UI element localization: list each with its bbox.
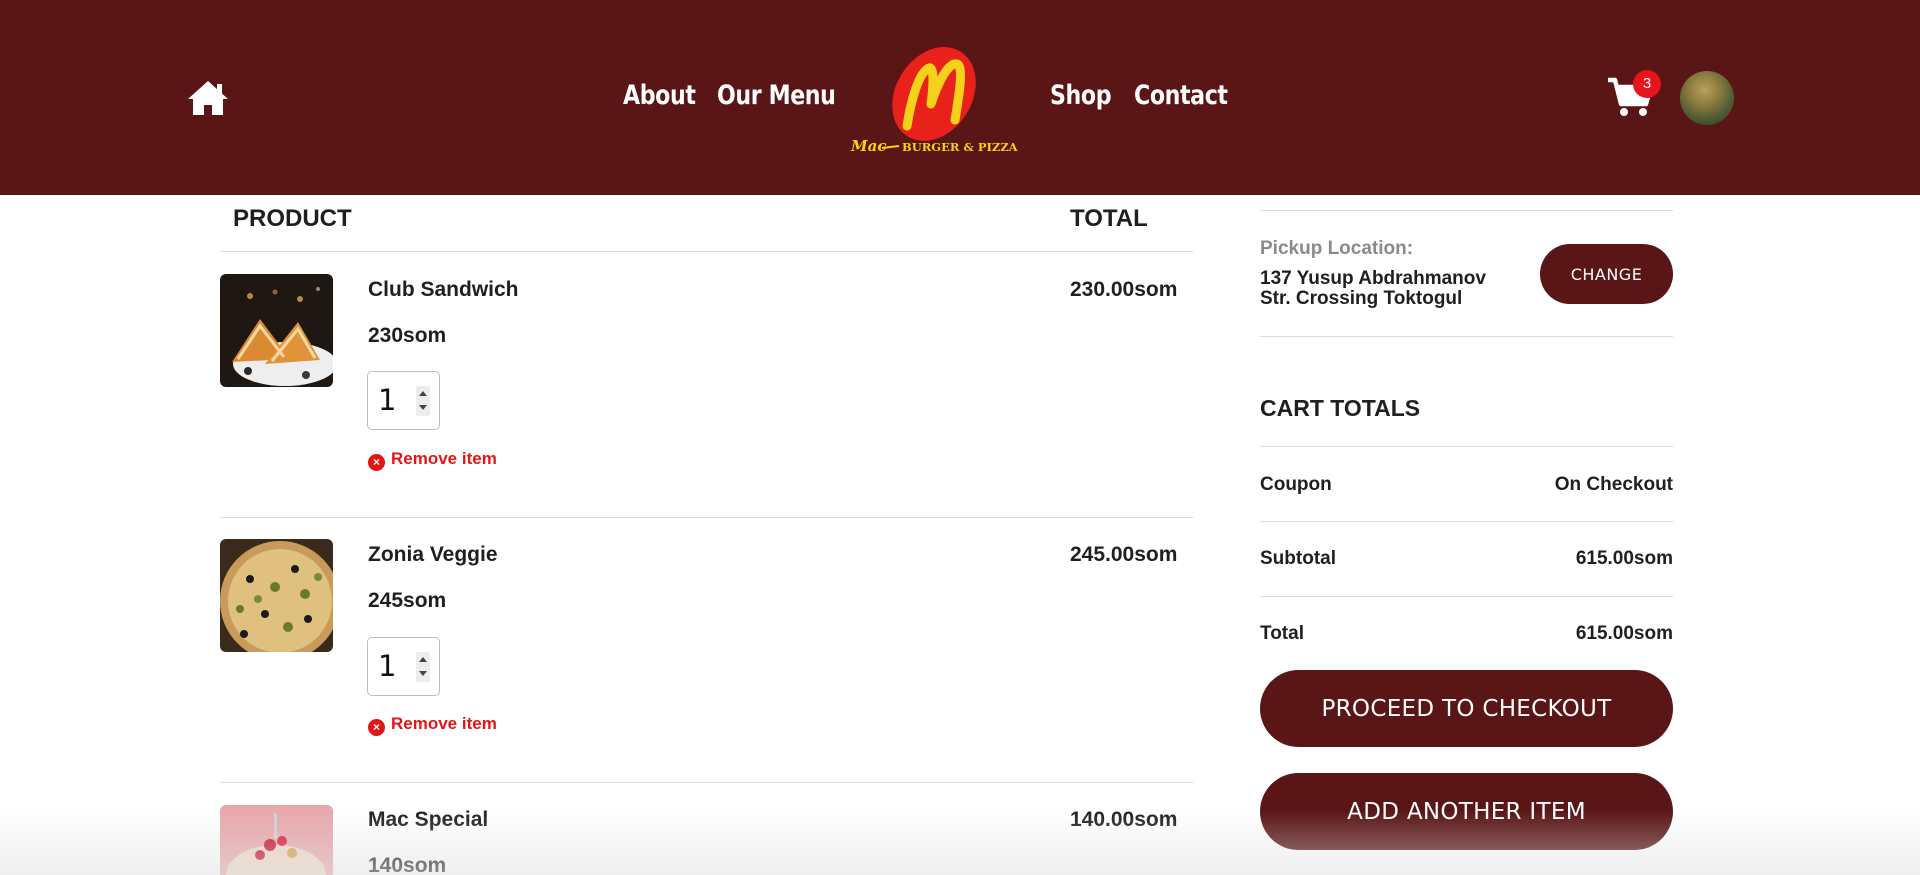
nav-shop-link[interactable]: Shop: [1050, 80, 1112, 111]
pickup-address: 137 Yusup Abdrahmanov Str. Crossing Tokt…: [1260, 268, 1486, 309]
item-name[interactable]: Zonia Veggie: [368, 543, 498, 567]
subtotal-label: Subtotal: [1260, 548, 1336, 569]
remove-item-label: Remove item: [391, 714, 497, 733]
spin-down-icon[interactable]: [419, 405, 427, 410]
divider: [1260, 210, 1673, 211]
nav-about-link[interactable]: About: [623, 80, 696, 111]
mac-special-image[interactable]: [220, 805, 333, 875]
pickup-location-label: Pickup Location:: [1260, 238, 1414, 259]
quantity-spin-buttons[interactable]: [416, 652, 430, 682]
club-sandwich-image[interactable]: [220, 274, 333, 387]
total-label: Total: [1260, 623, 1304, 644]
change-location-button[interactable]: CHANGE: [1540, 244, 1673, 304]
divider: [220, 517, 1193, 518]
item-name[interactable]: Club Sandwich: [368, 278, 519, 302]
product-column-header: PRODUCT: [233, 205, 352, 232]
proceed-to-checkout-button[interactable]: PROCEED TO CHECKOUT: [1260, 670, 1673, 747]
divider: [220, 251, 1193, 252]
svg-text:BURGER & PIZZA: BURGER & PIZZA: [902, 140, 1019, 154]
total-column-header: TOTAL: [1070, 205, 1148, 232]
quantity-spin-buttons[interactable]: [416, 386, 430, 416]
subtotal-value: 615.00som: [1575, 548, 1673, 569]
spin-up-icon[interactable]: [419, 391, 427, 396]
user-avatar[interactable]: [1680, 71, 1734, 125]
close-circle-icon: ×: [368, 719, 385, 736]
divider: [1260, 446, 1673, 447]
divider: [1260, 521, 1673, 522]
quantity-stepper[interactable]: 1: [367, 637, 440, 696]
item-price: 230som: [368, 324, 447, 347]
coupon-value: On Checkout: [1554, 474, 1673, 495]
quantity-stepper[interactable]: 1: [367, 371, 440, 430]
remove-item-label: Remove item: [391, 449, 497, 468]
add-another-item-button[interactable]: ADD ANOTHER ITEM: [1260, 773, 1673, 850]
nav-contact-link[interactable]: Contact: [1134, 80, 1228, 111]
svg-text:Mac: Mac: [850, 137, 886, 155]
item-name[interactable]: Mac Special: [368, 808, 488, 832]
divider: [1260, 336, 1673, 337]
home-icon[interactable]: [186, 79, 230, 117]
nav-our-menu-link[interactable]: Our Menu: [717, 80, 836, 111]
item-price: 140som: [368, 854, 447, 875]
item-total: 245.00som: [1070, 543, 1178, 566]
site-header: About Our Menu Mac BURGER & PIZZA Shop C…: [0, 0, 1920, 195]
remove-item-link[interactable]: × Remove item: [368, 449, 497, 471]
divider: [220, 782, 1193, 783]
quantity-value: 1: [378, 383, 397, 417]
coupon-label: Coupon: [1260, 474, 1332, 495]
spin-down-icon[interactable]: [419, 671, 427, 676]
spin-up-icon[interactable]: [419, 657, 427, 662]
cart-totals-title: CART TOTALS: [1260, 395, 1421, 421]
divider: [1260, 596, 1673, 597]
zonia-veggie-image[interactable]: [220, 539, 333, 652]
total-value: 615.00som: [1575, 623, 1673, 644]
item-total: 140.00som: [1070, 808, 1178, 831]
quantity-value: 1: [378, 649, 397, 683]
item-price: 245som: [368, 589, 447, 612]
item-total: 230.00som: [1070, 278, 1178, 301]
remove-item-link[interactable]: × Remove item: [368, 714, 497, 736]
brand-logo[interactable]: Mac BURGER & PIZZA: [849, 40, 1019, 158]
close-circle-icon: ×: [368, 454, 385, 471]
cart-count-badge: 3: [1633, 70, 1661, 98]
